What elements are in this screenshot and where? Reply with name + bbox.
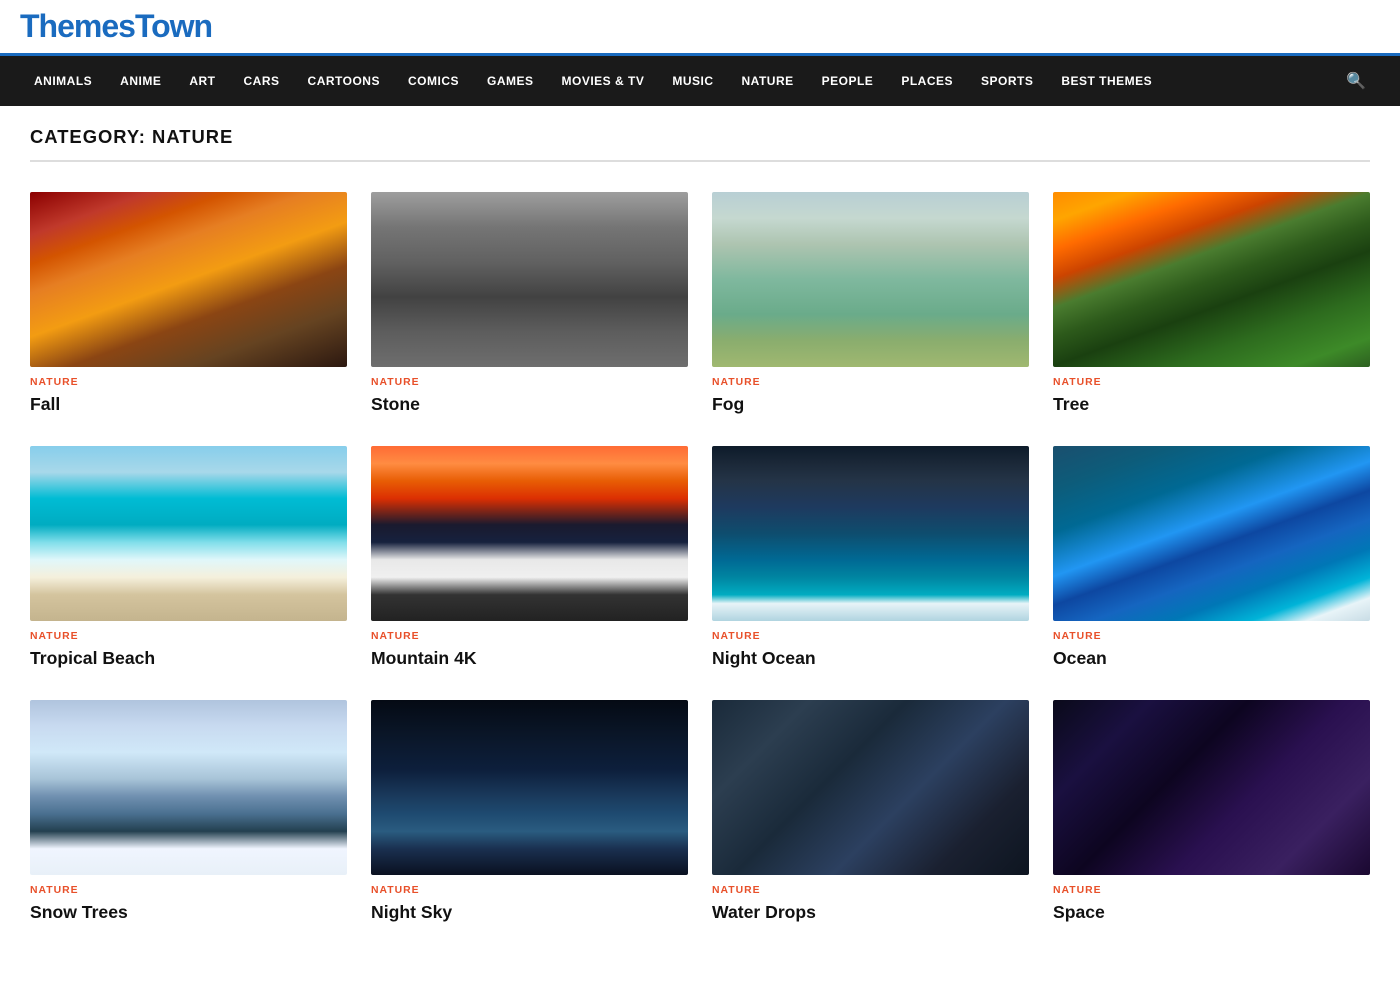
card-image <box>30 446 347 621</box>
card-image <box>30 192 347 367</box>
card-title[interactable]: Night Sky <box>371 901 688 924</box>
nav-item-people[interactable]: PEOPLE <box>808 56 888 106</box>
card-title[interactable]: Stone <box>371 393 688 416</box>
main-navigation: ANIMALSANIMEARTCARSCARTOONSCOMICSGAMESMO… <box>0 56 1400 106</box>
card-image <box>1053 192 1370 367</box>
card-category-label: NATURE <box>30 377 347 388</box>
site-header: ThemesTown <box>0 0 1400 56</box>
nav-item-music[interactable]: MUSIC <box>658 56 727 106</box>
card-title[interactable]: Fog <box>712 393 1029 416</box>
card-image <box>1053 700 1370 875</box>
nav-item-nature[interactable]: NATURE <box>728 56 808 106</box>
card-image <box>712 192 1029 367</box>
card-item[interactable]: NATURE Fall <box>30 192 347 416</box>
search-icon[interactable]: 🔍 <box>1332 55 1380 108</box>
card-category-label: NATURE <box>371 885 688 896</box>
card-title[interactable]: Water Drops <box>712 901 1029 924</box>
card-item[interactable]: NATURE Snow Trees <box>30 700 347 924</box>
nav-item-comics[interactable]: COMICS <box>394 56 473 106</box>
card-category-label: NATURE <box>1053 377 1370 388</box>
card-item[interactable]: NATURE Tree <box>1053 192 1370 416</box>
nav-item-movies---tv[interactable]: MOVIES & TV <box>548 56 659 106</box>
card-image <box>30 700 347 875</box>
card-item[interactable]: NATURE Mountain 4K <box>371 446 688 670</box>
card-category-label: NATURE <box>30 631 347 642</box>
nav-item-best-themes[interactable]: BEST THEMES <box>1047 56 1166 106</box>
nav-item-places[interactable]: PLACES <box>887 56 967 106</box>
card-title[interactable]: Mountain 4K <box>371 647 688 670</box>
card-title[interactable]: Space <box>1053 901 1370 924</box>
card-image <box>1053 446 1370 621</box>
card-image <box>712 700 1029 875</box>
card-item[interactable]: NATURE Night Ocean <box>712 446 1029 670</box>
card-image <box>371 192 688 367</box>
site-logo[interactable]: ThemesTown <box>20 8 1380 45</box>
nav-item-sports[interactable]: SPORTS <box>967 56 1047 106</box>
card-image <box>371 700 688 875</box>
card-item[interactable]: NATURE Night Sky <box>371 700 688 924</box>
card-image <box>371 446 688 621</box>
card-item[interactable]: NATURE Space <box>1053 700 1370 924</box>
card-category-label: NATURE <box>30 885 347 896</box>
card-title[interactable]: Snow Trees <box>30 901 347 924</box>
nav-item-art[interactable]: ART <box>175 56 229 106</box>
card-category-label: NATURE <box>712 885 1029 896</box>
card-title[interactable]: Ocean <box>1053 647 1370 670</box>
card-grid: NATURE Fall NATURE Stone NATURE Fog NATURE Tree… <box>30 192 1370 924</box>
nav-item-games[interactable]: GAMES <box>473 56 548 106</box>
card-title[interactable]: Tree <box>1053 393 1370 416</box>
card-category-label: NATURE <box>371 631 688 642</box>
card-category-label: NATURE <box>371 377 688 388</box>
nav-item-cars[interactable]: CARS <box>230 56 294 106</box>
category-title: CATEGORY: NATURE <box>30 126 1370 162</box>
card-category-label: NATURE <box>712 631 1029 642</box>
nav-item-anime[interactable]: ANIME <box>106 56 175 106</box>
card-title[interactable]: Night Ocean <box>712 647 1029 670</box>
card-category-label: NATURE <box>1053 631 1370 642</box>
card-item[interactable]: NATURE Tropical Beach <box>30 446 347 670</box>
card-item[interactable]: NATURE Stone <box>371 192 688 416</box>
card-title[interactable]: Fall <box>30 393 347 416</box>
nav-item-cartoons[interactable]: CARTOONS <box>294 56 394 106</box>
card-category-label: NATURE <box>1053 885 1370 896</box>
card-item[interactable]: NATURE Ocean <box>1053 446 1370 670</box>
nav-item-animals[interactable]: ANIMALS <box>20 56 106 106</box>
content-area: CATEGORY: NATURE NATUREFallNATUREStoneNA… <box>10 106 1390 984</box>
card-title[interactable]: Tropical Beach <box>30 647 347 670</box>
card-category-label: NATURE <box>712 377 1029 388</box>
card-image <box>712 446 1029 621</box>
card-item[interactable]: NATURE Water Drops <box>712 700 1029 924</box>
card-item[interactable]: NATURE Fog <box>712 192 1029 416</box>
